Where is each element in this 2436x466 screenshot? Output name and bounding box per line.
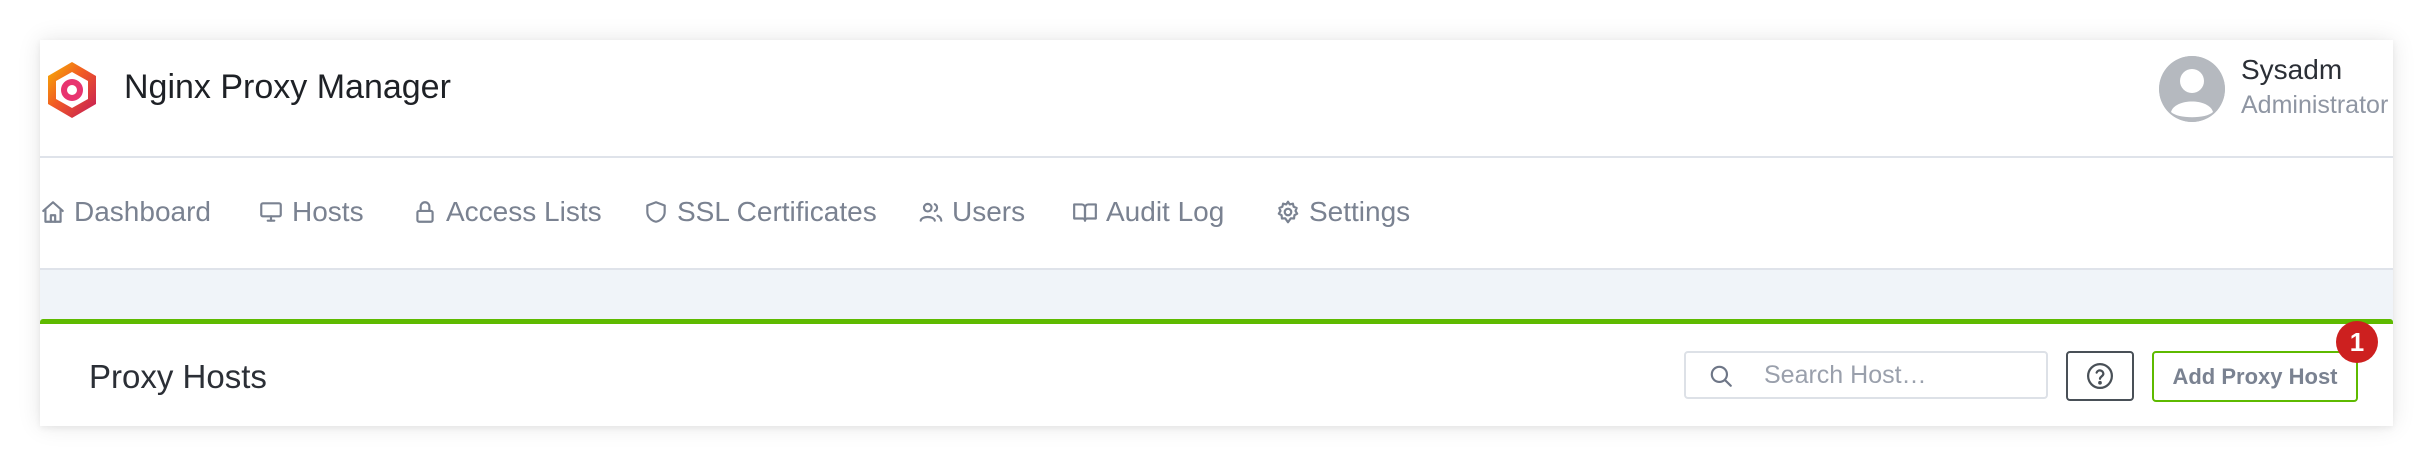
nav-item-dashboard[interactable]: Dashboard (40, 190, 211, 234)
search-box[interactable] (1684, 351, 2048, 399)
nav-label-dashboard: Dashboard (74, 196, 211, 227)
nav-label-settings: Settings (1309, 196, 1411, 227)
card-title: Proxy Hosts (89, 358, 267, 395)
nav-item-ssl-certificates[interactable]: SSL Certificates (643, 190, 877, 234)
nav-label-hosts: Hosts (292, 196, 364, 227)
user-name[interactable]: Sysadm (2241, 52, 2342, 88)
app-frame: Nginx Proxy Manager Sysadm Administrator… (40, 40, 2393, 426)
main-nav: Dashboard Hosts Access Lists SSL Certifi… (40, 158, 2393, 270)
top-header: Nginx Proxy Manager Sysadm Administrator (40, 40, 2393, 158)
nav-label-ssl-certificates: SSL Certificates (677, 196, 877, 227)
nav-item-users[interactable]: Users (918, 190, 1025, 234)
user-avatar[interactable] (2159, 56, 2225, 122)
nav-item-audit-log[interactable]: Audit Log (1072, 190, 1224, 234)
search-input[interactable] (1764, 353, 2034, 397)
app-title[interactable]: Nginx Proxy Manager (124, 64, 451, 110)
nav-item-hosts[interactable]: Hosts (258, 190, 364, 234)
question-icon (2087, 363, 2113, 389)
lock-icon (416, 201, 434, 223)
help-button[interactable] (2066, 351, 2134, 401)
nav-label-access-lists: Access Lists (446, 196, 602, 227)
app-logo-icon[interactable] (42, 60, 102, 120)
notification-badge: 1 (2336, 321, 2378, 363)
nav-label-users: Users (952, 196, 1026, 227)
nav-label-audit-log: Audit Log (1106, 196, 1225, 227)
user-silhouette-icon (2159, 56, 2225, 122)
add-proxy-host-button[interactable]: Add Proxy Host (2152, 351, 2358, 402)
book-icon (1073, 203, 1097, 222)
search-icon (1710, 365, 1732, 387)
home-icon (42, 201, 64, 223)
nav-item-settings[interactable]: Settings (1275, 190, 1410, 234)
nav-item-access-lists[interactable]: Access Lists (412, 190, 602, 234)
monitor-icon (260, 202, 282, 222)
gear-icon (1277, 200, 1299, 224)
user-role: Administrator (2241, 91, 2389, 119)
shield-icon (646, 201, 666, 223)
proxy-hosts-card: Proxy Hosts Add Proxy Host (40, 319, 2393, 426)
users-icon (919, 202, 943, 222)
